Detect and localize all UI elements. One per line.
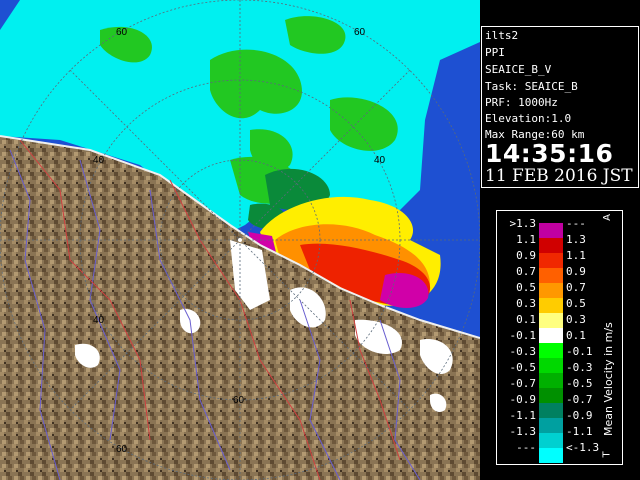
scan-type: PPI (485, 46, 505, 59)
legend-low-label: 0.5 (516, 281, 536, 294)
legend-high-label: 0.7 (566, 281, 586, 294)
range-label-nw-inner: 40 (93, 155, 105, 166)
legend-low-label: -0.7 (509, 377, 537, 390)
legend-high-label: 0.5 (566, 297, 586, 310)
scan-time: 14:35:16 (485, 139, 614, 168)
legend-low-label: -0.1 (509, 329, 537, 342)
radar-site-marker (238, 238, 242, 242)
task-name: Task: SEAICE_B (485, 80, 578, 93)
legend-high-label: --- (566, 217, 586, 230)
legend-low-label: 0.7 (516, 265, 536, 278)
legend-low-label: --- (516, 441, 536, 454)
legend-color-swatch (539, 373, 563, 388)
legend-top-marker: A (601, 214, 613, 221)
legend-color-swatch (539, 223, 563, 238)
legend-high-label: 1.1 (566, 249, 586, 262)
legend-high-label: -1.1 (566, 425, 593, 438)
legend-low-label: -0.3 (509, 345, 537, 358)
range-label-ne-outer: 60 (354, 27, 366, 38)
range-label-ne-inner: 40 (374, 155, 386, 166)
legend-high-label: -0.3 (566, 361, 593, 374)
legend-color-swatch (539, 388, 563, 403)
legend-low-label: -0.5 (509, 361, 537, 374)
legend-color-swatch (539, 298, 563, 313)
legend-color-swatch (539, 433, 563, 448)
legend-high-label: 1.3 (566, 233, 586, 246)
legend-high-label: 0.3 (566, 313, 586, 326)
range-label-sw-outer: 60 (116, 444, 128, 455)
legend-color-swatch (539, 268, 563, 283)
legend-low-label: >1.3 (509, 217, 537, 230)
legend-high-label: -0.7 (566, 393, 593, 406)
legend-low-label: 0.9 (516, 249, 536, 262)
range-label-s-inner: 60 (233, 395, 245, 406)
legend-bottom-marker: T (601, 451, 613, 458)
legend-high-label: 0.1 (566, 329, 586, 342)
legend-high-label: -0.5 (566, 377, 593, 390)
legend-low-label: -1.3 (509, 425, 537, 438)
legend-color-swatch (539, 238, 563, 253)
scan-info-panel: ilts2 PPI SEAICE_B_V Task: SEAICE_B PRF:… (481, 26, 639, 188)
legend-low-label: 0.1 (516, 313, 536, 326)
range-label-sw-inner: 40 (93, 315, 105, 326)
prf-value: PRF: 1000Hz (485, 96, 558, 109)
elevation-value: Elevation:1.0 (485, 112, 572, 125)
station-name: ilts2 (485, 29, 519, 42)
legend-low-label: 0.3 (516, 297, 536, 310)
legend-high-label: -0.1 (566, 345, 593, 358)
range-label-nw-outer: 60 (116, 27, 128, 38)
legend-low-label: 1.1 (516, 233, 536, 246)
radar-ppi-view[interactable]: 60 60 40 40 40 60 60 (0, 0, 480, 480)
legend-color-swatch (539, 313, 563, 328)
legend-high-label: -0.9 (566, 409, 593, 422)
scan-date: 11 FEB 2016 JST (485, 166, 633, 186)
legend-title: Mean Velocity in m/s (602, 322, 615, 436)
legend-low-label: -0.9 (509, 393, 537, 406)
legend-color-swatch (539, 403, 563, 418)
velocity-legend: >1.3 --- 1.1 1.3 0.9 1.1 0.7 0.9 0.5 0.7 0.3 0.5 0.1… (496, 210, 623, 465)
legend-title-axis: Mean Velocity in m/s (602, 322, 615, 436)
product-name: SEAICE_B_V (485, 63, 552, 76)
legend-color-swatch (539, 448, 563, 463)
legend-color-swatch (539, 343, 563, 358)
legend-color-swatch (539, 253, 563, 268)
legend-color-swatch (539, 418, 563, 433)
legend-high-label: 0.9 (566, 265, 586, 278)
legend-color-swatch (539, 328, 563, 343)
legend-low-label: -1.1 (509, 409, 537, 422)
legend-high-label: <-1.3 (566, 441, 600, 454)
legend-color-swatch (539, 283, 563, 298)
legend-color-swatch (539, 358, 563, 373)
